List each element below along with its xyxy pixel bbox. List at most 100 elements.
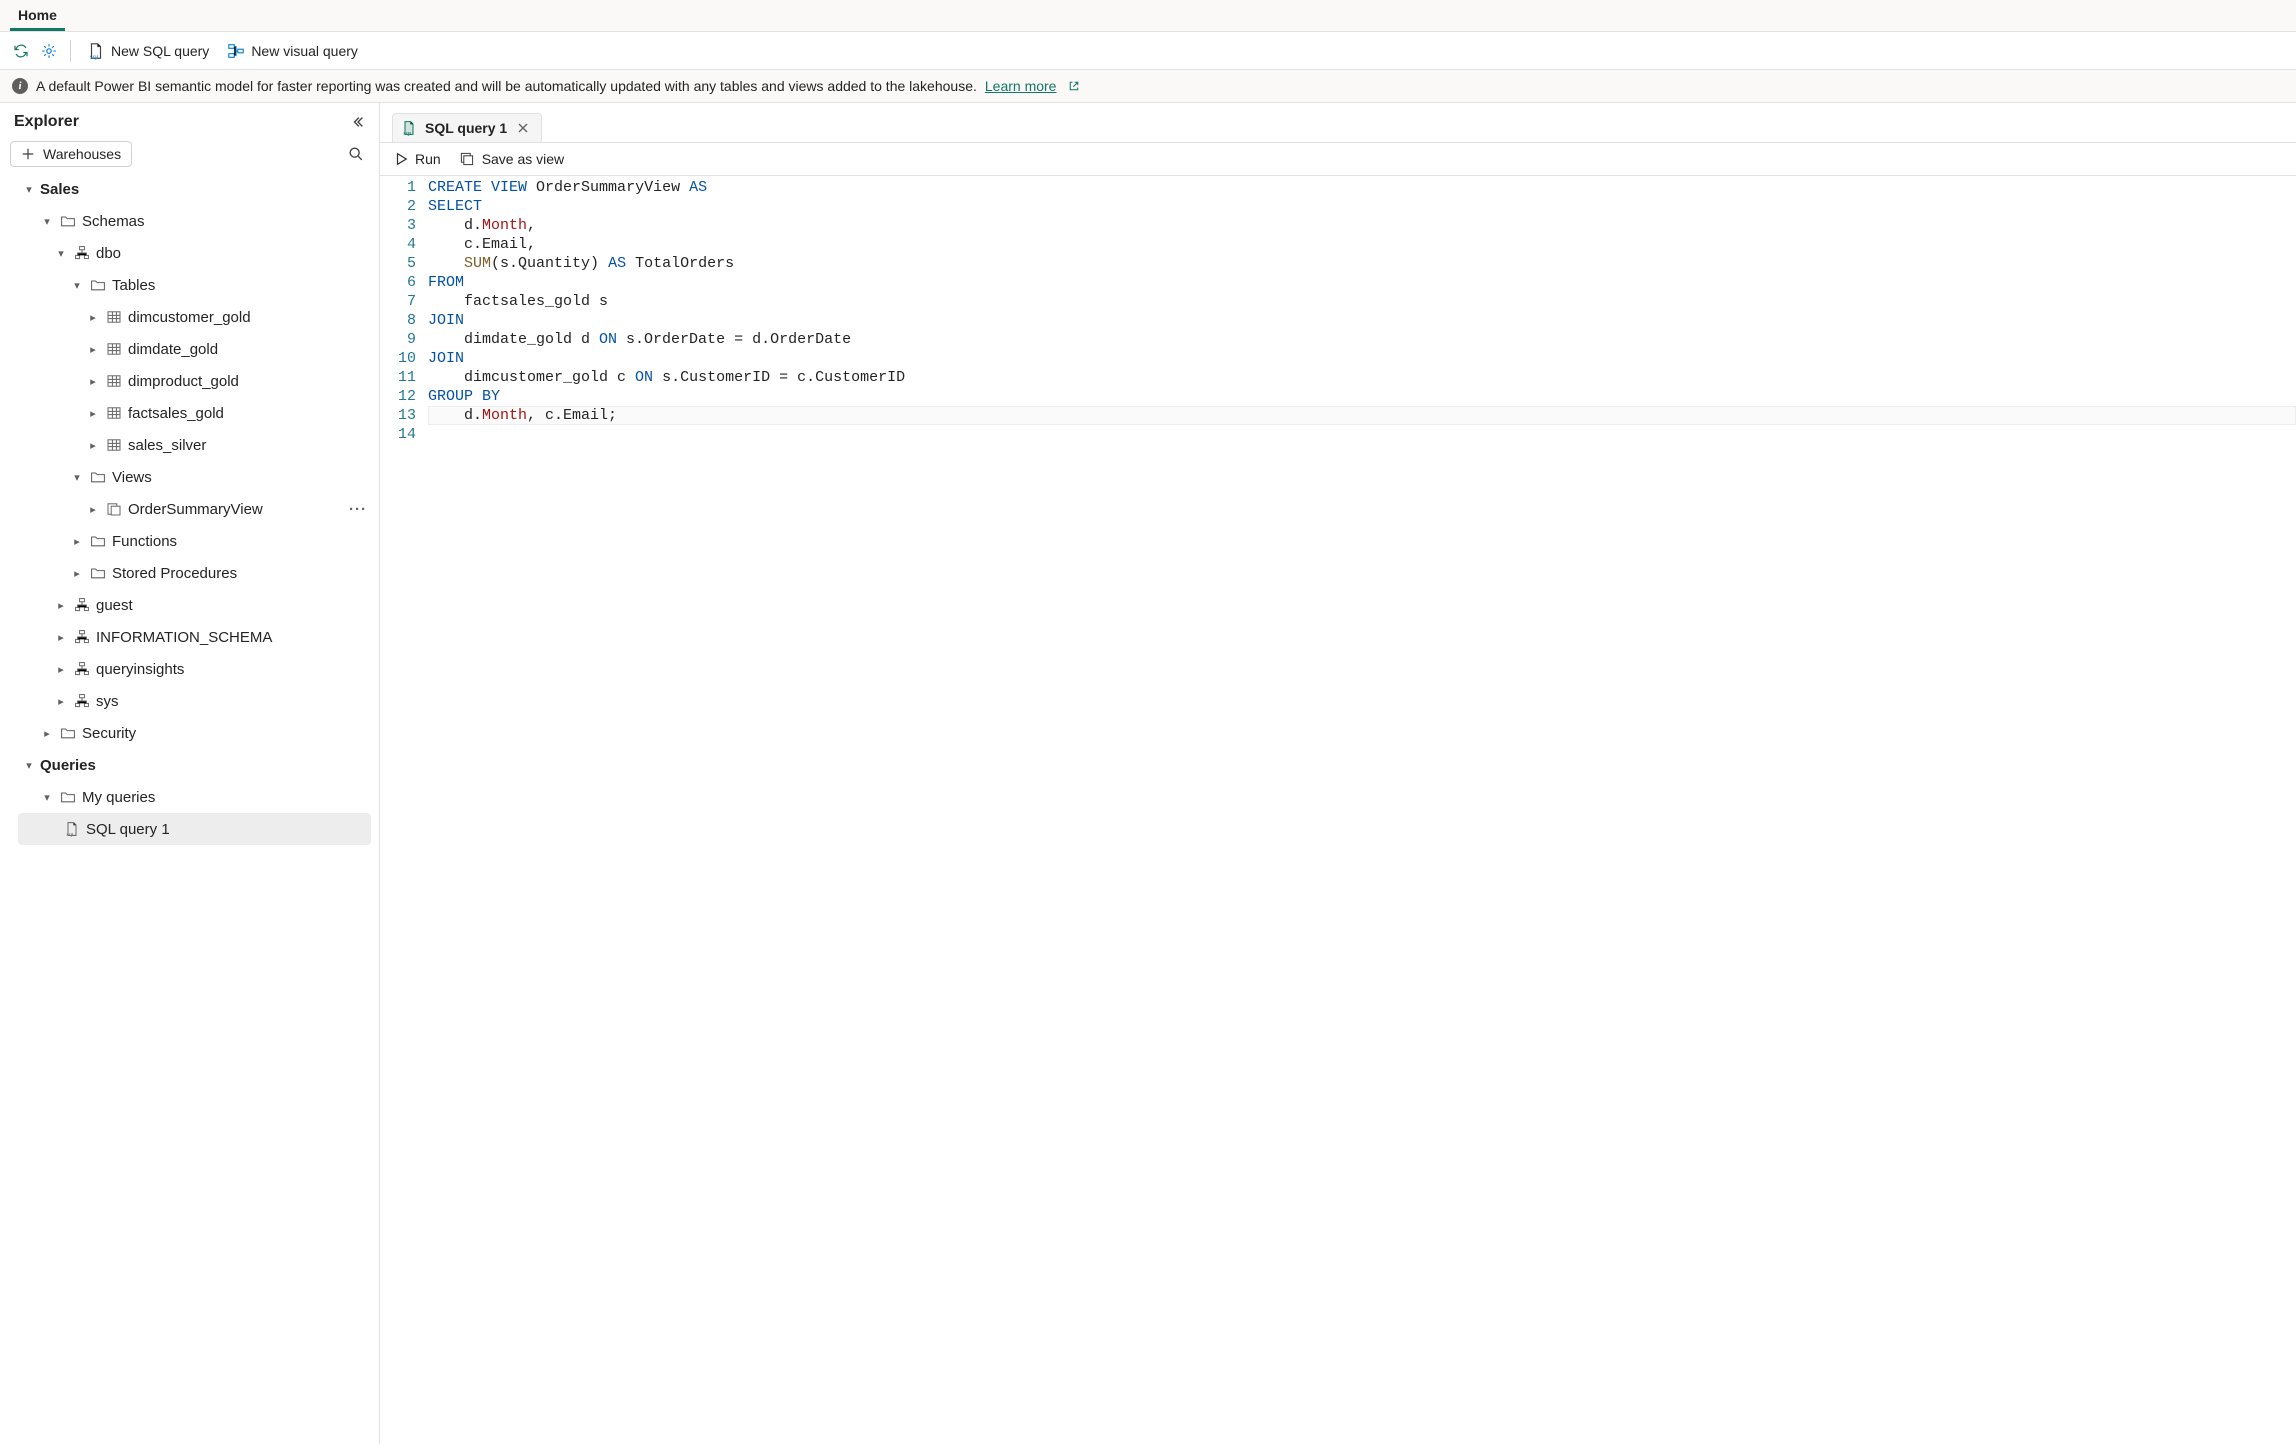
tree-node-table-dimdate[interactable]: ▸ dimdate_gold [0,333,379,365]
external-link-icon [1064,80,1080,92]
tree-node-queries[interactable]: ▾ Queries [0,749,379,781]
chevron-right-icon: ▸ [36,727,58,740]
plus-icon [21,147,35,161]
folder-icon [88,565,108,581]
view-icon [104,501,124,517]
table-icon [104,309,124,325]
new-sql-query-label: New SQL query [111,43,209,59]
chevron-down-icon: ▾ [36,215,58,228]
chevron-right-icon: ▸ [82,503,104,516]
explorer-panel: Explorer Warehouses ▾ Sales ▾ Sch [0,103,380,1444]
sql-file-icon: SQL [401,120,417,136]
tree-node-dbo[interactable]: ▾ dbo [0,237,379,269]
schema-icon [72,245,92,261]
folder-icon [88,469,108,485]
code-editor[interactable]: 1 2 3 4 5 6 7 8 9 10 11 12 13 14 CREATE … [380,176,2296,446]
save-as-view-button[interactable]: Save as view [459,151,564,167]
learn-more-link[interactable]: Learn more [985,78,1057,94]
explorer-title: Explorer [14,113,79,131]
save-as-view-label: Save as view [482,151,564,167]
tree-node-security[interactable]: ▸ Security [0,717,379,749]
chevron-down-icon: ▾ [50,247,72,260]
tree-node-stored-procedures[interactable]: ▸ Stored Procedures [0,557,379,589]
line-number-gutter: 1 2 3 4 5 6 7 8 9 10 11 12 13 14 [380,176,428,446]
tree-node-views[interactable]: ▾ Views [0,461,379,493]
warehouses-button[interactable]: Warehouses [10,141,132,167]
tree-node-view-ordersummary[interactable]: ▸ OrderSummaryView ··· [0,493,379,525]
workspace: Explorer Warehouses ▾ Sales ▾ Sch [0,103,2296,1444]
tree-node-my-queries[interactable]: ▾ My queries [0,781,379,813]
chevron-down-icon: ▾ [66,279,88,292]
tree-node-information-schema[interactable]: ▸ INFORMATION_SCHEMA [0,621,379,653]
tree-node-queryinsights[interactable]: ▸ queryinsights [0,653,379,685]
chevron-down-icon: ▾ [36,791,58,804]
schema-icon [72,597,92,613]
explorer-tree: ▾ Sales ▾ Schemas ▾ dbo ▾ Tables ▸ [0,173,379,865]
chevron-right-icon: ▸ [82,343,104,356]
chevron-right-icon: ▸ [82,311,104,324]
tree-node-table-dimproduct[interactable]: ▸ dimproduct_gold [0,365,379,397]
close-tab-icon[interactable] [515,122,531,134]
tree-node-table-factsales[interactable]: ▸ factsales_gold [0,397,379,429]
editor-tab-sql1[interactable]: SQL SQL query 1 [392,113,542,142]
schema-icon [72,693,92,709]
chevron-down-icon: ▾ [18,183,40,196]
chevron-right-icon: ▸ [50,663,72,676]
chevron-right-icon: ▸ [82,407,104,420]
tree-node-functions[interactable]: ▸ Functions [0,525,379,557]
folder-icon [88,533,108,549]
svg-text:SQL: SQL [90,55,100,60]
chevron-right-icon: ▸ [82,375,104,388]
sql-file-icon: SQL [62,821,82,837]
refresh-icon[interactable] [10,40,32,62]
chevron-right-icon: ▸ [50,631,72,644]
editor-area: SQL SQL query 1 Run Save as view 1 2 3 [380,103,2296,1444]
chevron-right-icon: ▸ [66,567,88,580]
table-icon [104,373,124,389]
chevron-right-icon: ▸ [50,695,72,708]
svg-text:SQL: SQL [66,832,75,837]
tree-node-schemas[interactable]: ▾ Schemas [0,205,379,237]
info-icon: i [12,78,28,94]
tree-node-sys[interactable]: ▸ sys [0,685,379,717]
ribbon: SQL New SQL query New visual query [0,32,2296,70]
folder-icon [58,213,78,229]
code-lines[interactable]: CREATE VIEW OrderSummaryView AS SELECT d… [428,176,2296,446]
new-sql-query-button[interactable]: SQL New SQL query [81,38,215,64]
gear-icon[interactable] [38,40,60,62]
chevron-right-icon: ▸ [82,439,104,452]
save-view-icon [459,151,475,167]
banner-text: A default Power BI semantic model for fa… [36,78,977,94]
editor-tab-bar: SQL SQL query 1 [380,103,2296,143]
tree-node-table-dimcustomer[interactable]: ▸ dimcustomer_gold [0,301,379,333]
new-visual-query-label: New visual query [251,43,358,59]
schema-icon [72,661,92,677]
more-icon[interactable]: ··· [349,501,367,518]
chevron-right-icon: ▸ [50,599,72,612]
tree-node-guest[interactable]: ▸ guest [0,589,379,621]
ribbon-separator [70,40,71,62]
tree-node-sql-query-1[interactable]: SQL SQL query 1 [18,813,371,845]
new-visual-query-button[interactable]: New visual query [221,38,364,64]
folder-icon [58,789,78,805]
folder-icon [88,277,108,293]
tree-node-sales[interactable]: ▾ Sales [0,173,379,205]
warehouses-label: Warehouses [43,146,121,162]
info-banner: i A default Power BI semantic model for … [0,70,2296,103]
chevron-down-icon: ▾ [18,759,40,772]
editor-tab-label: SQL query 1 [425,120,507,136]
explorer-search-icon[interactable] [343,141,369,167]
collapse-explorer-icon[interactable] [351,115,365,129]
tree-node-tables[interactable]: ▾ Tables [0,269,379,301]
visual-query-icon [227,42,245,60]
run-label: Run [415,151,441,167]
schema-icon [72,629,92,645]
table-icon [104,437,124,453]
chevron-down-icon: ▾ [66,471,88,484]
top-tab-bar: Home [0,0,2296,32]
tree-node-table-salessilver[interactable]: ▸ sales_silver [0,429,379,461]
editor-toolbar: Run Save as view [380,143,2296,176]
run-button[interactable]: Run [394,151,441,167]
sql-file-icon: SQL [87,42,105,60]
tab-home[interactable]: Home [10,0,65,31]
